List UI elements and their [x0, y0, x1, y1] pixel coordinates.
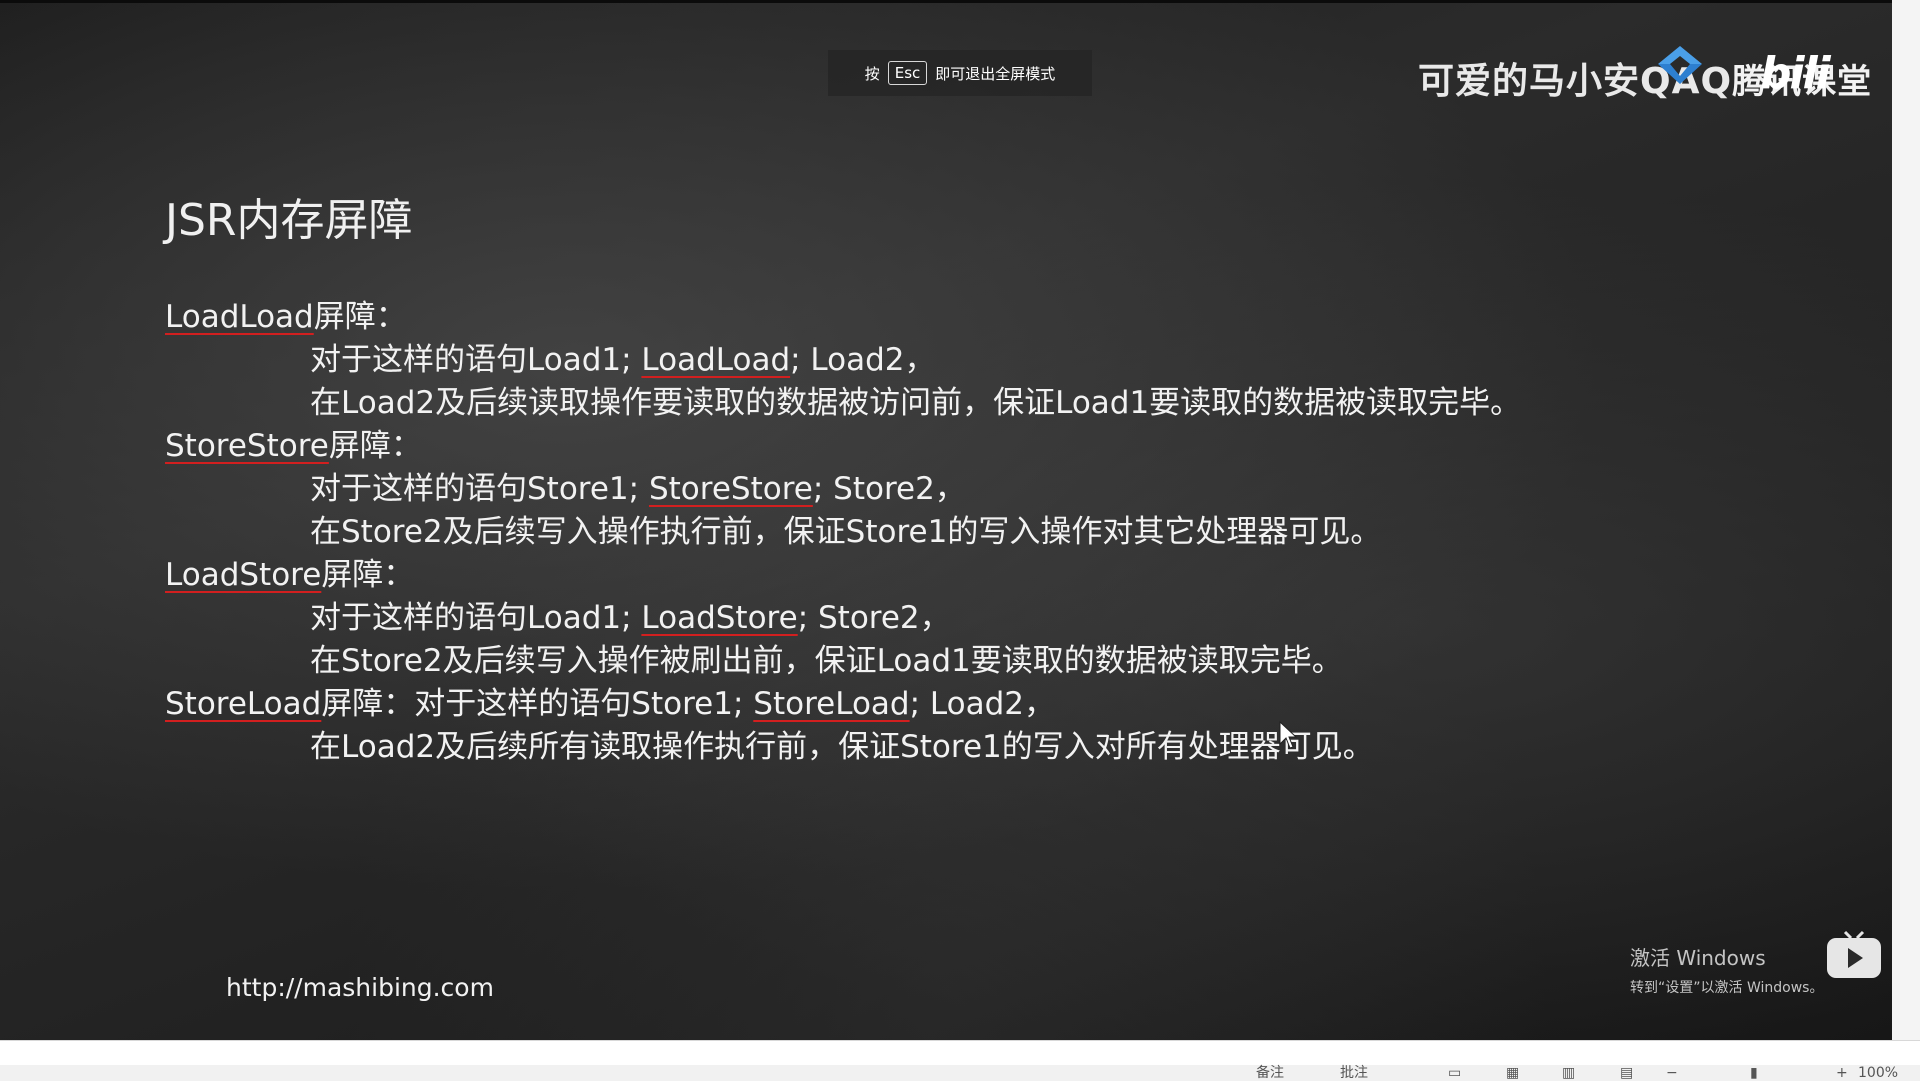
slide-line-7: LoadStore屏障：	[165, 554, 1865, 597]
activation-subtitle: 转到“设置”以激活 Windows。	[1630, 980, 1824, 996]
slideshow-icon[interactable]: ▤	[1620, 1065, 1633, 1081]
esc-hint-prefix: 按	[864, 64, 880, 83]
slide-line-1: LoadLoad屏障：	[165, 296, 1865, 339]
line-text: 屏障：对于这样的语句Store1;	[321, 686, 754, 722]
barrier-keyword: StoreStore	[648, 471, 813, 507]
slide-line-6: 在Store2及后续写入操作执行前，保证Store1的写入操作对其它处理器可见。	[165, 511, 1865, 554]
ketang-logo-icon	[1658, 46, 1702, 84]
notes-button[interactable]: 备注	[1256, 1065, 1284, 1081]
slide-line-4: StoreStore屏障：	[165, 425, 1865, 468]
slide-line-3: 在Load2及后续读取操作要读取的数据被访问前，保证Load1要读取的数据被读取…	[165, 382, 1865, 425]
reading-view-icon[interactable]: ▥	[1562, 1065, 1575, 1081]
mouse-cursor-icon	[1279, 720, 1298, 749]
line-text: 在Load2及后续所有读取操作执行前，保证Store1的写入对所有处理器可见。	[310, 729, 1374, 765]
status-strip: 备注 批注 ▭ ▦ ▥ ▤ − ▮ + 100%	[0, 1065, 1920, 1081]
barrier-keyword: LoadLoad	[641, 342, 791, 378]
top-edge	[0, 0, 1892, 3]
line-text: 屏障：	[321, 557, 415, 593]
activation-title: 激活 Windows	[1630, 946, 1766, 970]
line-text: 屏障：	[328, 428, 422, 464]
line-text: 对于这样的语句Store1;	[310, 471, 649, 507]
line-text: ; Load2，	[790, 342, 936, 378]
normal-view-icon[interactable]: ▭	[1448, 1065, 1461, 1081]
slide-line-8: 对于这样的语句Load1; LoadStore; Store2，	[165, 597, 1865, 640]
status-bar: 备注 批注 ▭ ▦ ▥ ▤ − ▮ + 100%	[0, 1040, 1920, 1081]
zoom-level[interactable]: 100%	[1858, 1065, 1898, 1081]
esc-key-badge[interactable]: Esc	[887, 61, 928, 85]
bilibili-watermark: bili	[1760, 48, 1831, 99]
windows-activation-watermark: 激活 Windows 转到“设置”以激活 Windows。	[1630, 942, 1823, 997]
line-text: ; Store2，	[797, 600, 951, 636]
slide-content: LoadLoad屏障： 对于这样的语句Load1; LoadLoad; Load2…	[165, 296, 1865, 769]
zoom-slider-thumb[interactable]: ▮	[1750, 1065, 1758, 1081]
barrier-keyword: StoreLoad	[165, 686, 322, 722]
line-text: ; Store2，	[812, 471, 966, 507]
barrier-keyword: LoadStore	[165, 557, 322, 593]
window-right-edge	[1892, 0, 1920, 1040]
line-text: 在Store2及后续写入操作被刷出前，保证Load1要读取的数据被读取完毕。	[310, 643, 1343, 679]
slide-line-5: 对于这样的语句Store1; StoreStore; Store2，	[165, 468, 1865, 511]
slide-title: JSR内存屏障	[165, 195, 413, 246]
barrier-keyword: LoadLoad	[165, 299, 314, 335]
line-text: 对于这样的语句Load1;	[310, 600, 642, 636]
slide-line-9: 在Store2及后续写入操作被刷出前，保证Load1要读取的数据被读取完毕。	[165, 640, 1865, 683]
slide-sorter-icon[interactable]: ▦	[1506, 1065, 1519, 1081]
line-text: ; Load2，	[909, 686, 1055, 722]
barrier-keyword: LoadStore	[641, 600, 798, 636]
zoom-in-icon[interactable]: +	[1836, 1065, 1848, 1081]
barrier-keyword: StoreStore	[165, 428, 329, 464]
line-text: 对于这样的语句Load1;	[310, 342, 642, 378]
line-text: 在Store2及后续写入操作执行前，保证Store1的写入操作对其它处理器可见。	[310, 514, 1382, 550]
zoom-out-icon[interactable]: −	[1666, 1065, 1678, 1081]
line-text: 屏障：	[313, 299, 407, 335]
comments-button[interactable]: 批注	[1340, 1065, 1368, 1081]
footer-url: http://mashibing.com	[226, 973, 494, 1002]
line-text: 在Load2及后续读取操作要读取的数据被访问前，保证Load1要读取的数据被读取…	[310, 385, 1522, 421]
presentation-slide: 按 Esc 即可退出全屏模式 可爱的马小安QAQ腾讯课堂 bili JSR内存屏…	[0, 0, 1892, 1040]
esc-hint-suffix: 即可退出全屏模式	[935, 64, 1056, 83]
fullscreen-exit-hint: 按 Esc 即可退出全屏模式	[828, 50, 1092, 96]
slide-line-2: 对于这样的语句Load1; LoadLoad; Load2，	[165, 339, 1865, 382]
slide-line-11: 在Load2及后续所有读取操作执行前，保证Store1的写入对所有处理器可见。	[165, 726, 1865, 769]
slide-line-10: StoreLoad屏障：对于这样的语句Store1; StoreLoad; Lo…	[165, 683, 1865, 726]
barrier-keyword: StoreLoad	[753, 686, 910, 722]
video-play-icon[interactable]	[1825, 928, 1883, 980]
